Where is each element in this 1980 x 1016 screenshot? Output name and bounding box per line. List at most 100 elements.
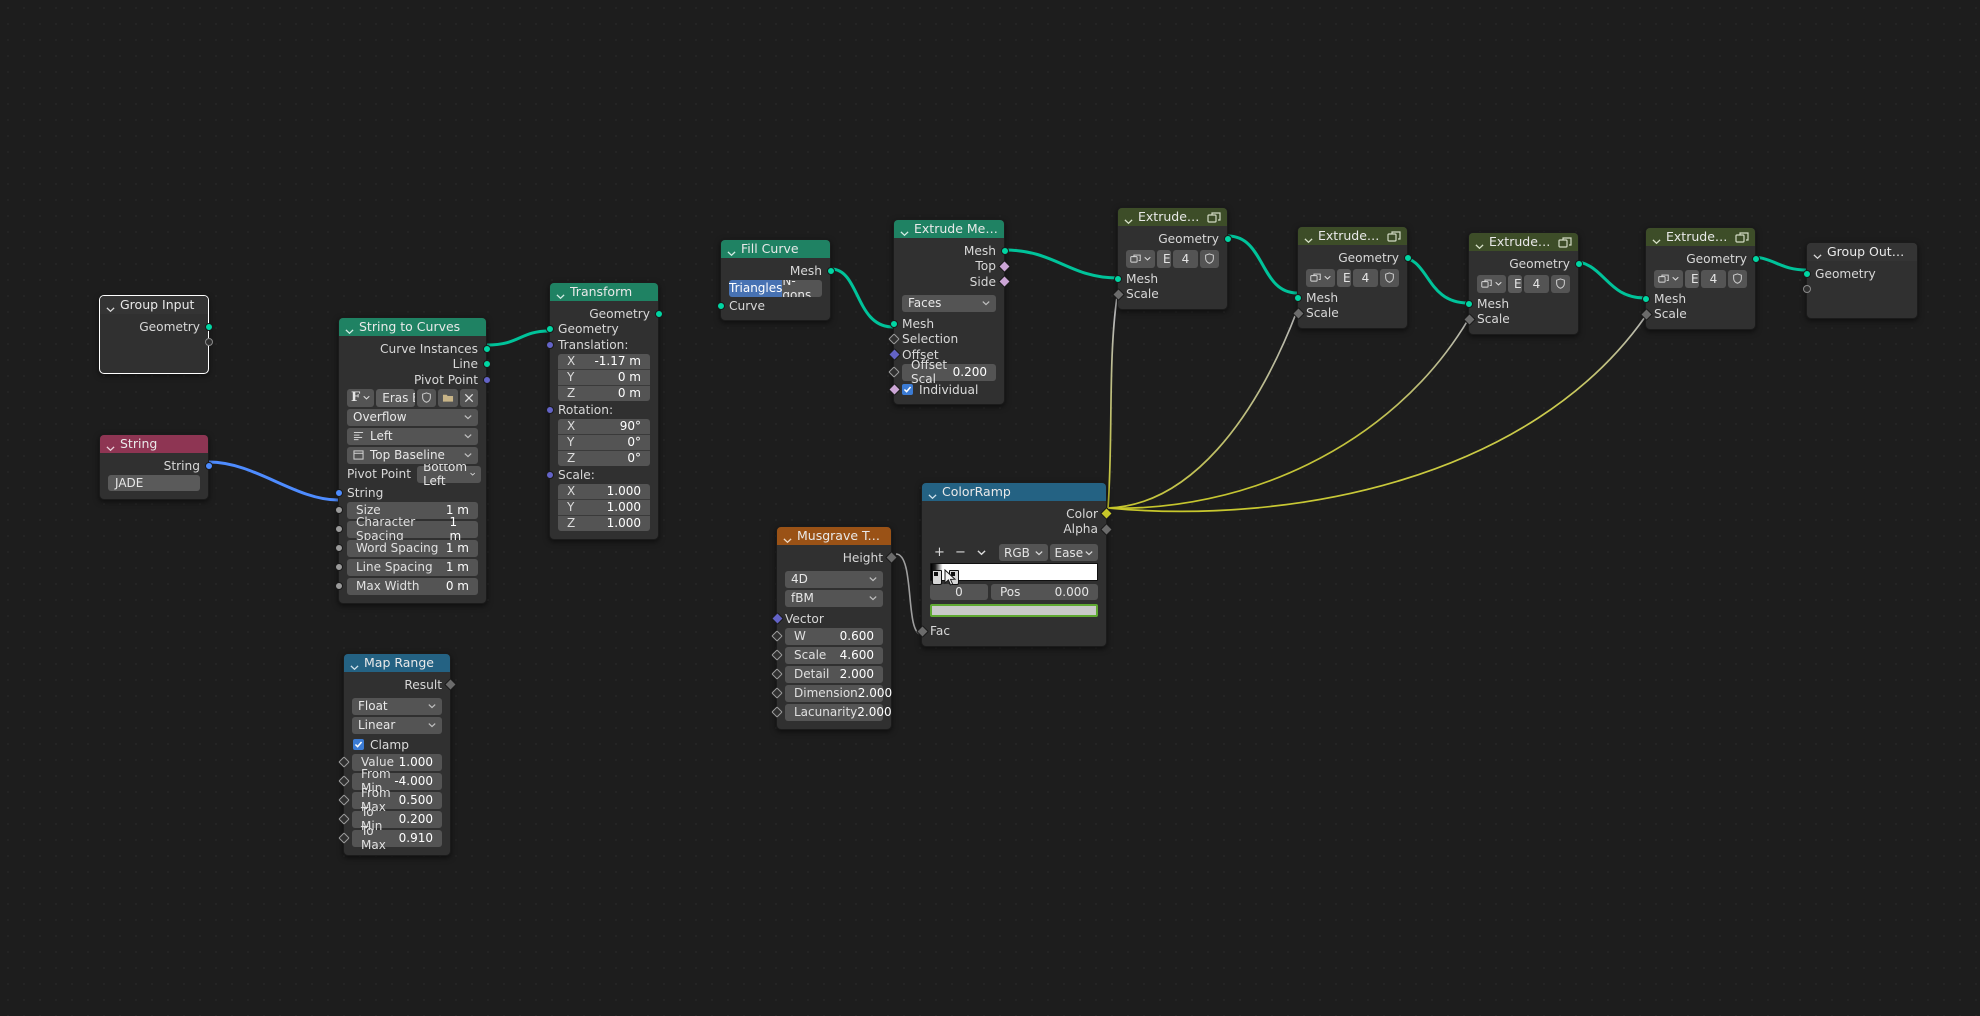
group-users-count[interactable]: 4 (1701, 269, 1726, 288)
socket-word-spacing-input[interactable] (334, 543, 343, 552)
node-group-browse-button[interactable] (1126, 249, 1155, 268)
clamp-checkbox[interactable] (353, 739, 364, 750)
socket-row-curve-instances[interactable]: Curve Instances (339, 342, 491, 356)
group-datablock-row[interactable]: Extru... 4 (1306, 268, 1399, 287)
socket-row-translation[interactable]: Translation: (545, 338, 658, 352)
chevron-down-icon[interactable] (106, 440, 115, 451)
scale-x-field[interactable]: X 1.000 (558, 483, 650, 500)
socket-row-scale-in[interactable]: Scale (1462, 312, 1578, 326)
socket-size-input[interactable] (334, 505, 343, 514)
socket-row-fac-in[interactable]: Fac (915, 624, 1106, 638)
clamp-row[interactable]: Clamp (344, 738, 450, 752)
socket-row-individual[interactable]: Individual (887, 383, 1004, 397)
character-spacing-field[interactable]: Character Spacing 1 m (334, 515, 478, 543)
dimension-field[interactable]: Dimension 2.000 (770, 684, 892, 702)
lacunarity-field[interactable]: Lacunarity 2.000 (770, 703, 892, 721)
node-map-range[interactable]: Map Range Result Float Linear Clamp Valu… (337, 653, 457, 856)
color-mode-dropdown[interactable]: RGB (999, 544, 1048, 561)
group-datablock-row[interactable]: Extru... 4 (1654, 269, 1747, 288)
chevron-down-icon[interactable] (1652, 233, 1661, 244)
node-group-browse-button[interactable] (1477, 274, 1506, 293)
fill-mode-triangles[interactable]: Triangles (729, 279, 783, 297)
rotation-z-field[interactable]: Z 0° (558, 450, 650, 466)
fake-user-shield-icon[interactable] (1380, 268, 1399, 287)
socket-geometry-output[interactable] (204, 322, 213, 331)
socket-mesh-input[interactable] (1464, 299, 1473, 308)
pivot-point-row[interactable]: Pivot Point Bottom Left (347, 460, 482, 488)
chevron-down-icon[interactable] (1304, 232, 1313, 243)
group-datablock-row[interactable]: Extru... 4 (1126, 249, 1219, 268)
chevron-down-icon[interactable] (1085, 549, 1093, 557)
chevron-down-icon[interactable] (869, 594, 877, 602)
pivot-point-dropdown[interactable]: Bottom Left (417, 460, 482, 488)
socket-geometry-input[interactable] (1802, 269, 1811, 278)
socket-row-geometry-out[interactable]: Geometry (1646, 252, 1760, 266)
socket-row-alpha-out[interactable]: Alpha (922, 522, 1113, 536)
socket-row-string-in[interactable]: String (334, 486, 486, 500)
unlink-font-button[interactable] (460, 388, 478, 407)
socket-row-side-out[interactable]: Side (894, 275, 1011, 289)
socket-row-pivot-point-out[interactable]: Pivot Point (339, 373, 491, 387)
socket-row-mesh-in[interactable]: Mesh (1113, 272, 1227, 286)
open-font-folder-icon[interactable] (438, 388, 458, 407)
chevron-down-icon[interactable] (470, 470, 475, 478)
socket-row-color-out[interactable]: Color (922, 507, 1113, 521)
socket-max-width-input[interactable] (334, 581, 343, 590)
socket-translation-input[interactable] (545, 340, 554, 349)
fake-user-shield-icon[interactable] (1551, 274, 1570, 293)
group-datablock-row[interactable]: Extru... 4 (1477, 274, 1570, 293)
scale-field[interactable]: Scale 4.600 (770, 646, 883, 664)
scale-z-field[interactable]: Z 1.000 (558, 515, 650, 531)
align-y-dropdown[interactable]: Top Baseline (347, 446, 478, 464)
colorramp-menu-button[interactable] (972, 544, 991, 561)
socket-row-rotation[interactable]: Rotation: (545, 403, 658, 417)
socket-row-result-out[interactable]: Result (344, 678, 457, 692)
socket-mesh-input[interactable] (1293, 293, 1302, 302)
socket-row-geometry-in[interactable]: Geometry (545, 322, 658, 336)
socket-character-spacing-input[interactable] (334, 524, 343, 533)
node-fill-curve[interactable]: Fill Curve Mesh Triangles N-gons Curve (716, 239, 835, 321)
node-colorramp[interactable]: ColorRamp Color Alpha + − RGB Ease 0 Pos… (915, 482, 1113, 647)
colorramp-toolbar[interactable]: + − RGB Ease (930, 544, 1098, 561)
socket-geometry-output[interactable] (1574, 259, 1583, 268)
node-header-extrude-and-scale-1[interactable]: Extrude and Scale (1118, 208, 1227, 226)
socket-row-mesh-in[interactable]: Mesh (1464, 297, 1578, 311)
chevron-down-icon[interactable] (982, 299, 990, 307)
node-header-extrude-and-scale-3[interactable]: Extrude and Scale (1469, 233, 1578, 251)
rotation-x-field[interactable]: X 90° (558, 418, 650, 435)
chevron-down-icon[interactable] (106, 301, 115, 312)
socket-string-output[interactable] (204, 461, 213, 470)
group-users-count[interactable]: 4 (1353, 268, 1378, 287)
chevron-down-icon[interactable] (900, 225, 909, 236)
chevron-down-icon[interactable] (869, 575, 877, 583)
translation-z-field[interactable]: Z 0 m (558, 385, 650, 401)
socket-scale-input[interactable] (545, 470, 554, 479)
node-header-extrude-mesh[interactable]: Extrude Mesh (894, 220, 1004, 238)
node-extrude-mesh[interactable]: Extrude Mesh Mesh Top Side Faces Mesh Se… (887, 219, 1011, 405)
chevron-down-icon[interactable] (428, 702, 436, 710)
scale-vector-fields[interactable]: X 1.000 Y 1.000 Z 1.000 (558, 483, 650, 531)
node-extrude-and-scale-2[interactable]: Extrude and Scale Geometry Extru... 4 (1291, 226, 1412, 329)
translation-y-field[interactable]: Y 0 m (558, 369, 650, 386)
socket-row-mesh-in[interactable]: Mesh (889, 317, 1004, 331)
node-header-group-input[interactable]: Group Input (100, 296, 208, 314)
socket-mesh-input[interactable] (1113, 274, 1122, 283)
socket-row-mesh-out[interactable]: Mesh (894, 244, 1009, 258)
socket-row-scale-in[interactable]: Scale (1111, 287, 1227, 301)
remove-stop-button[interactable]: − (951, 544, 970, 561)
chevron-down-icon[interactable] (1495, 280, 1502, 287)
node-extrude-and-scale-3[interactable]: Extrude and Scale Geometry Extru... 4 (1462, 232, 1583, 335)
socket-row-string-out[interactable]: String (100, 459, 213, 473)
translation-x-field[interactable]: X -1.17 m (558, 353, 650, 370)
socket-row-scale-in[interactable]: Scale (1291, 306, 1407, 320)
node-header-extrude-and-scale-2[interactable]: Extrude and Scale (1298, 227, 1407, 245)
chevron-down-icon[interactable] (1324, 274, 1331, 281)
colorramp-stop-index[interactable]: 0 (930, 584, 988, 600)
font-selector-row[interactable]: F Eras Bold IT... (347, 388, 478, 407)
node-transform[interactable]: Transform Geometry Geometry Translation:… (545, 282, 663, 540)
socket-virtual-output[interactable] (204, 338, 213, 346)
word-spacing-field[interactable]: Word Spacing 1 m (334, 539, 478, 557)
chevron-down-icon[interactable] (1124, 213, 1133, 224)
socket-row-geometry-out[interactable]: Geometry (1118, 232, 1232, 246)
socket-row-mesh-out[interactable]: Mesh (721, 264, 835, 278)
